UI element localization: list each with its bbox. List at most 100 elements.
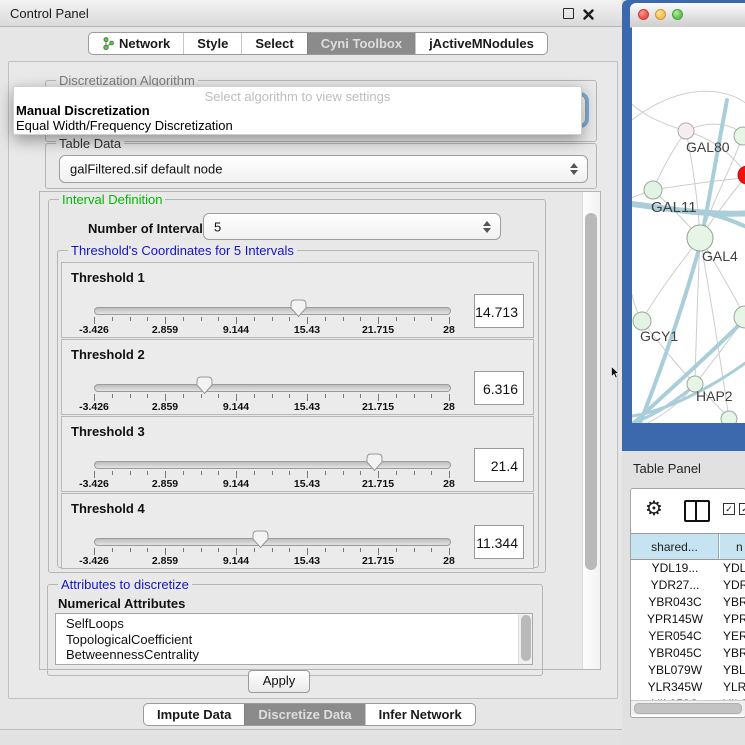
table-horizontal-scrollbar[interactable] [631, 700, 745, 715]
table-row[interactable]: YBR045CYBR0 [631, 645, 745, 662]
network-canvas[interactable]: GAL80 GAL11 GAL4 GCY1 HAP2 G C H [632, 27, 745, 423]
tab-impute-data[interactable]: Impute Data [144, 704, 244, 725]
table-row[interactable]: YDL19...YDL1 [631, 560, 745, 577]
attributes-group-label: Attributes to discretize [58, 577, 192, 592]
tick-mark [414, 317, 415, 321]
slider-handle[interactable] [196, 376, 213, 400]
node-red-selected[interactable] [738, 166, 745, 184]
tick-mark [94, 317, 95, 324]
tick-label: 2.859 [135, 401, 195, 413]
threshold-value-field[interactable]: 6.316 [474, 371, 524, 405]
gear-icon[interactable]: ⚙ [645, 496, 663, 520]
table-row[interactable]: YLR345WYLR3 [631, 679, 745, 696]
minimize-traffic-light-icon[interactable] [655, 9, 666, 20]
tick-mark [201, 317, 202, 321]
tick-mark [165, 471, 166, 478]
tab-jactivemnodules[interactable]: jActiveMNodules [415, 33, 547, 54]
slider-track[interactable] [94, 538, 451, 546]
table-row[interactable]: YER054CYER0 [631, 628, 745, 645]
threshold-panel: Threshold 4-3.4262.8599.14415.4321.71528… [61, 493, 534, 569]
table-data-group: Table Data galFiltered.sif default node [45, 143, 597, 189]
cell-shared-name: YBR043C [631, 594, 719, 611]
slider-track[interactable] [94, 384, 451, 392]
tick-label: 9.144 [206, 324, 266, 336]
tick-label: -3.426 [64, 555, 124, 567]
tick-label: 28 [419, 478, 479, 490]
settings-scrollbar-thumb[interactable] [585, 213, 597, 570]
settings-vertical-scrollbar[interactable] [582, 192, 600, 669]
cell-shared-name: YBR045C [631, 645, 719, 662]
tick-mark [343, 548, 344, 552]
slider-handle[interactable] [290, 299, 307, 323]
tab-discretize-data[interactable]: Discretize Data [244, 704, 364, 725]
column-header-name[interactable]: n [720, 534, 745, 559]
table-hscrollbar-thumb[interactable] [634, 703, 742, 714]
node-bottom[interactable] [721, 411, 737, 423]
algorithm-option-manual[interactable]: Manual Discretization [16, 103, 150, 118]
node-right[interactable] [734, 306, 745, 328]
table-row[interactable]: YPR145WYPR1 [631, 611, 745, 628]
tick-mark [112, 548, 113, 552]
threshold-panel: Threshold 3-3.4262.8599.14415.4321.71528… [61, 416, 534, 492]
tick-mark [360, 394, 361, 398]
slider-handle[interactable] [252, 530, 269, 554]
zoom-traffic-light-icon[interactable] [672, 9, 683, 20]
tick-mark [112, 471, 113, 475]
apply-button[interactable]: Apply [248, 670, 310, 693]
table-data-combobox[interactable]: galFiltered.sif default node [59, 155, 588, 183]
tab-cyni-toolbox[interactable]: Cyni Toolbox [307, 33, 415, 54]
node-gal11[interactable] [644, 181, 662, 199]
tick-label: 9.144 [206, 555, 266, 567]
numerical-attributes-list[interactable]: SelfLoopsTopologicalCoefficientBetweenne… [55, 613, 533, 665]
numerical-attributes-label: Numerical Attributes [58, 596, 185, 611]
cell-shared-name: YER054C [631, 628, 719, 645]
tick-mark [414, 471, 415, 475]
table-row[interactable]: YBL079WYBL0 [631, 662, 745, 679]
list-scrollbar-thumb[interactable] [521, 615, 531, 661]
tick-mark [307, 471, 308, 478]
number-of-intervals-combobox[interactable]: 5 [203, 213, 501, 240]
close-traffic-light-icon[interactable] [638, 9, 649, 20]
tab-label: Discretize Data [258, 707, 351, 722]
right-panels: GAL80 GAL11 GAL4 GCY1 HAP2 G C H Table P… [622, 0, 745, 745]
tick-mark [325, 548, 326, 552]
list-scrollbar[interactable] [518, 614, 532, 664]
column-header-shared-name[interactable]: shared... [631, 534, 719, 559]
tab-infer-network[interactable]: Infer Network [365, 704, 475, 725]
tick-mark [396, 394, 397, 398]
tick-label: 2.859 [135, 478, 195, 490]
slider-track[interactable] [94, 307, 451, 315]
tab-select[interactable]: Select [241, 33, 306, 54]
attribute-list-item[interactable]: SelfLoops [56, 616, 532, 632]
tick-mark [449, 548, 450, 555]
tick-mark [414, 548, 415, 552]
tick-label: 15.43 [277, 401, 337, 413]
float-window-icon[interactable] [563, 8, 574, 19]
close-icon[interactable] [583, 7, 594, 18]
node-pink[interactable] [678, 123, 694, 139]
threshold-value-field[interactable]: 21.4 [474, 448, 524, 482]
tab-network[interactable]: Network [89, 33, 183, 54]
threshold-value-field[interactable]: 14.713 [474, 294, 524, 328]
tick-mark [360, 317, 361, 321]
tick-mark [130, 471, 131, 475]
algorithm-option-equal-width[interactable]: Equal Width/Frequency Discretization [16, 118, 233, 133]
checkbox-icon[interactable]: ✓ [723, 503, 735, 515]
attribute-list-item[interactable]: BetweennessCentrality [56, 647, 532, 663]
tick-mark [360, 471, 361, 475]
threshold-value-field[interactable]: 11.344 [474, 525, 524, 559]
thresholds-group-label: Threshold's Coordinates for 5 Intervals [68, 243, 297, 258]
cell-name: YPR1 [723, 611, 745, 628]
slider-track[interactable] [94, 461, 451, 469]
slider-handle[interactable] [366, 453, 383, 477]
table-row[interactable]: YBR043CYBR0 [631, 594, 745, 611]
cell-shared-name: YPR145W [631, 611, 719, 628]
tick-label: 2.859 [135, 324, 195, 336]
tab-style[interactable]: Style [183, 33, 241, 54]
table-row[interactable]: YDR27...YDR2 [631, 577, 745, 594]
columns-icon[interactable] [684, 500, 710, 522]
checkbox-icon[interactable]: ✓ [739, 503, 745, 515]
tick-mark [94, 548, 95, 555]
attribute-list-item[interactable]: TopologicalCoefficient [56, 632, 532, 648]
tick-mark [289, 394, 290, 398]
